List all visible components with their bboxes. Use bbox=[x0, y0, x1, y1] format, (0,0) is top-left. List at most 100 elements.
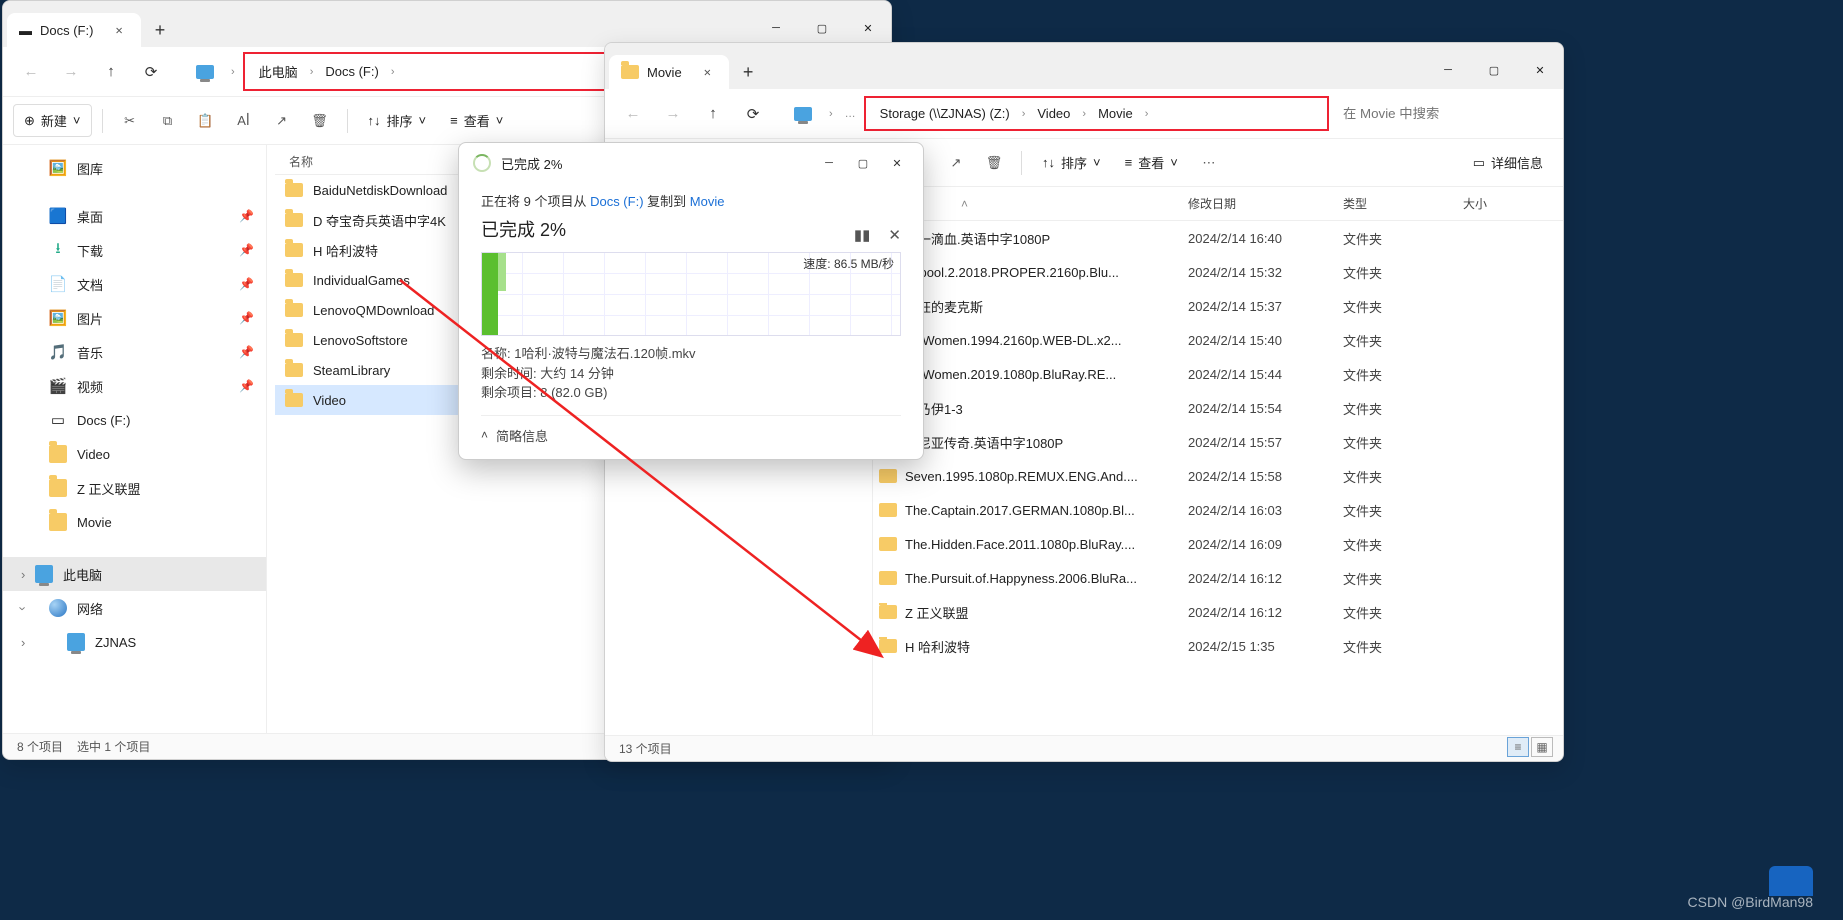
cut-icon[interactable]: ✂ bbox=[113, 107, 147, 135]
folder-icon bbox=[285, 273, 303, 287]
tab-close-icon[interactable]: ✕ bbox=[109, 21, 128, 39]
sidebar-item-videos[interactable]: 🎬视频📌 bbox=[3, 369, 266, 403]
folder-row[interactable]: The.Pursuit.of.Happyness.2006.BluRa...20… bbox=[873, 561, 1563, 595]
folder-row[interactable]: The.Captain.2017.GERMAN.1080p.Bl...2024/… bbox=[873, 493, 1563, 527]
refresh-button[interactable]: ⟳ bbox=[735, 96, 771, 132]
col-name-header[interactable]: 名称 bbox=[289, 153, 313, 170]
col-date-header[interactable]: 修改日期 bbox=[1188, 195, 1343, 212]
col-size-header[interactable]: 大小 bbox=[1463, 195, 1563, 212]
src-link[interactable]: Docs (F:) bbox=[590, 194, 643, 209]
folder-row[interactable]: Seven.1995.1080p.REMUX.ENG.And....2024/2… bbox=[873, 459, 1563, 493]
copy-icon[interactable]: ⧉ bbox=[151, 107, 185, 135]
forward-button[interactable]: → bbox=[655, 96, 691, 132]
folder-row[interactable]: Z 正义联盟2024/2/14 16:12文件夹 bbox=[873, 595, 1563, 629]
sidebar-item-z[interactable]: Z 正义联盟 bbox=[3, 471, 266, 505]
sidebar-item-downloads[interactable]: ⭳下载📌 bbox=[3, 233, 266, 267]
folder-row[interactable]: 疯狂的麦克斯2024/2/14 15:37文件夹 bbox=[873, 289, 1563, 323]
folder-row[interactable]: H 哈利波特2024/2/15 1:35文件夹 bbox=[873, 629, 1563, 663]
chevron-right-icon[interactable]: › bbox=[227, 66, 239, 78]
progress-text: 已完成 2% bbox=[481, 216, 901, 242]
folder-icon bbox=[285, 303, 303, 317]
tab-movie[interactable]: Movie ✕ bbox=[609, 55, 729, 89]
pause-button[interactable]: ▮▮ bbox=[854, 226, 871, 244]
breadcrumb[interactable]: Storage (\\ZJNAS) (Z:) › Video › Movie › bbox=[864, 96, 1329, 131]
sidebar-item-music[interactable]: 🎵音乐📌 bbox=[3, 335, 266, 369]
crumb-pc[interactable]: 此电脑 bbox=[253, 58, 304, 85]
folder-row[interactable]: 纳尼亚传奇.英语中字1080P2024/2/14 15:57文件夹 bbox=[873, 425, 1563, 459]
close-button[interactable]: ✕ bbox=[881, 149, 913, 177]
crumb-drive[interactable]: Docs (F:) bbox=[319, 60, 384, 83]
window-controls: ─ ▢ ✕ bbox=[1425, 51, 1563, 89]
sidebar-item-video-folder[interactable]: Video bbox=[3, 437, 266, 471]
sidebar-this-pc[interactable]: 此电脑 bbox=[3, 557, 266, 591]
tab-bar: ▬ Docs (F:) ✕ + ─ ▢ ✕ bbox=[3, 1, 891, 47]
details-button[interactable]: ▭ 详细信息 bbox=[1463, 147, 1553, 178]
maximize-button[interactable]: ▢ bbox=[847, 149, 879, 177]
search-input[interactable] bbox=[1333, 100, 1553, 127]
folder-name: The.Hidden.Face.2011.1080p.BluRay.... bbox=[905, 537, 1135, 552]
forward-button[interactable]: → bbox=[53, 54, 89, 90]
delete-icon[interactable]: 🗑 bbox=[977, 149, 1011, 177]
close-button[interactable]: ✕ bbox=[1517, 51, 1563, 89]
grid-view-icon[interactable]: ▦ bbox=[1531, 737, 1553, 757]
chevron-right-icon: › bbox=[1141, 108, 1153, 120]
crumb-storage[interactable]: Storage (\\ZJNAS) (Z:) bbox=[874, 102, 1016, 125]
folder-row[interactable]: The.Hidden.Face.2011.1080p.BluRay....202… bbox=[873, 527, 1563, 561]
sidebar-library[interactable]: 🖼️图库 bbox=[3, 151, 266, 185]
sidebar-item-documents[interactable]: 📄文档📌 bbox=[3, 267, 266, 301]
folder-row[interactable]: adpool.2.2018.PROPER.2160p.Blu...2024/2/… bbox=[873, 255, 1563, 289]
new-button[interactable]: ⊕ 新建 ˅ bbox=[13, 104, 92, 137]
sidebar-item-docs-drive[interactable]: ▭Docs (F:) bbox=[3, 403, 266, 437]
new-tab-button[interactable]: + bbox=[145, 14, 176, 47]
file-type: 文件夹 bbox=[1343, 365, 1463, 384]
sort-button[interactable]: ↑↓ 排序 ˅ bbox=[358, 105, 437, 136]
col-type-header[interactable]: 类型 bbox=[1343, 195, 1463, 212]
folder-name: 纳尼亚传奇.英语中字1080P bbox=[905, 433, 1063, 452]
view-switcher: ≡ ▦ bbox=[1507, 737, 1553, 757]
collapse-details-button[interactable]: ˄ 简略信息 bbox=[481, 415, 901, 445]
sidebar-zjnas[interactable]: ZJNAS bbox=[3, 625, 266, 659]
sidebar-item-desktop[interactable]: 🟦桌面📌 bbox=[3, 199, 266, 233]
dest-link[interactable]: Movie bbox=[690, 194, 725, 209]
up-button[interactable]: ↑ bbox=[695, 96, 731, 132]
new-tab-button[interactable]: + bbox=[733, 56, 764, 89]
sidebar-item-movie[interactable]: Movie bbox=[3, 505, 266, 539]
folder-row[interactable]: 木乃伊1-32024/2/14 15:54文件夹 bbox=[873, 391, 1563, 425]
sidebar-item-pictures[interactable]: 🖼️图片📌 bbox=[3, 301, 266, 335]
rename-icon[interactable]: Aꟾ bbox=[227, 107, 261, 135]
delete-icon[interactable]: 🗑 bbox=[303, 107, 337, 135]
minimize-button[interactable]: ─ bbox=[1425, 51, 1471, 89]
overflow-ellipsis[interactable]: … bbox=[841, 108, 860, 120]
file-type: 文件夹 bbox=[1343, 229, 1463, 248]
tab-docs[interactable]: ▬ Docs (F:) ✕ bbox=[7, 13, 141, 47]
maximize-button[interactable]: ▢ bbox=[1471, 51, 1517, 89]
folder-name: The.Pursuit.of.Happyness.2006.BluRa... bbox=[905, 571, 1137, 586]
crumb-movie[interactable]: Movie bbox=[1092, 102, 1139, 125]
back-button[interactable]: ← bbox=[13, 54, 49, 90]
share-icon[interactable]: ↗ bbox=[939, 149, 973, 177]
file-list[interactable]: ˄ 修改日期 类型 大小 第一滴血.英语中字1080P2024/2/14 16:… bbox=[873, 187, 1563, 735]
refresh-button[interactable]: ⟳ bbox=[133, 54, 169, 90]
tab-close-icon[interactable]: ✕ bbox=[698, 63, 717, 81]
view-button[interactable]: ≡ 查看 ˅ bbox=[440, 105, 513, 136]
folder-row[interactable]: 第一滴血.英语中字1080P2024/2/14 16:40文件夹 bbox=[873, 221, 1563, 255]
folder-icon bbox=[285, 213, 303, 227]
file-type: 文件夹 bbox=[1343, 399, 1463, 418]
more-button[interactable]: ⋯ bbox=[1192, 149, 1226, 177]
cancel-button[interactable]: ✕ bbox=[888, 226, 901, 244]
crumb-video[interactable]: Video bbox=[1031, 102, 1076, 125]
details-view-icon[interactable]: ≡ bbox=[1507, 737, 1529, 757]
share-icon[interactable]: ↗ bbox=[265, 107, 299, 135]
copy-description: 正在将 9 个项目从 Docs (F:) 复制到 Movie bbox=[481, 191, 901, 210]
sidebar-network[interactable]: 网络 bbox=[3, 591, 266, 625]
monitor-icon[interactable] bbox=[187, 54, 223, 90]
view-button[interactable]: ≡ 查看 ˅ bbox=[1115, 147, 1188, 178]
folder-row[interactable]: tle.Women.2019.1080p.BluRay.RE...2024/2/… bbox=[873, 357, 1563, 391]
up-button[interactable]: ↑ bbox=[93, 54, 129, 90]
paste-icon[interactable]: 📋 bbox=[189, 107, 223, 135]
back-button[interactable]: ← bbox=[615, 96, 651, 132]
monitor-icon[interactable] bbox=[785, 96, 821, 132]
minimize-button[interactable]: ─ bbox=[813, 149, 845, 177]
folder-row[interactable]: tle.Women.1994.2160p.WEB-DL.x2...2024/2/… bbox=[873, 323, 1563, 357]
sort-button[interactable]: ↑↓ 排序 ˅ bbox=[1032, 147, 1111, 178]
